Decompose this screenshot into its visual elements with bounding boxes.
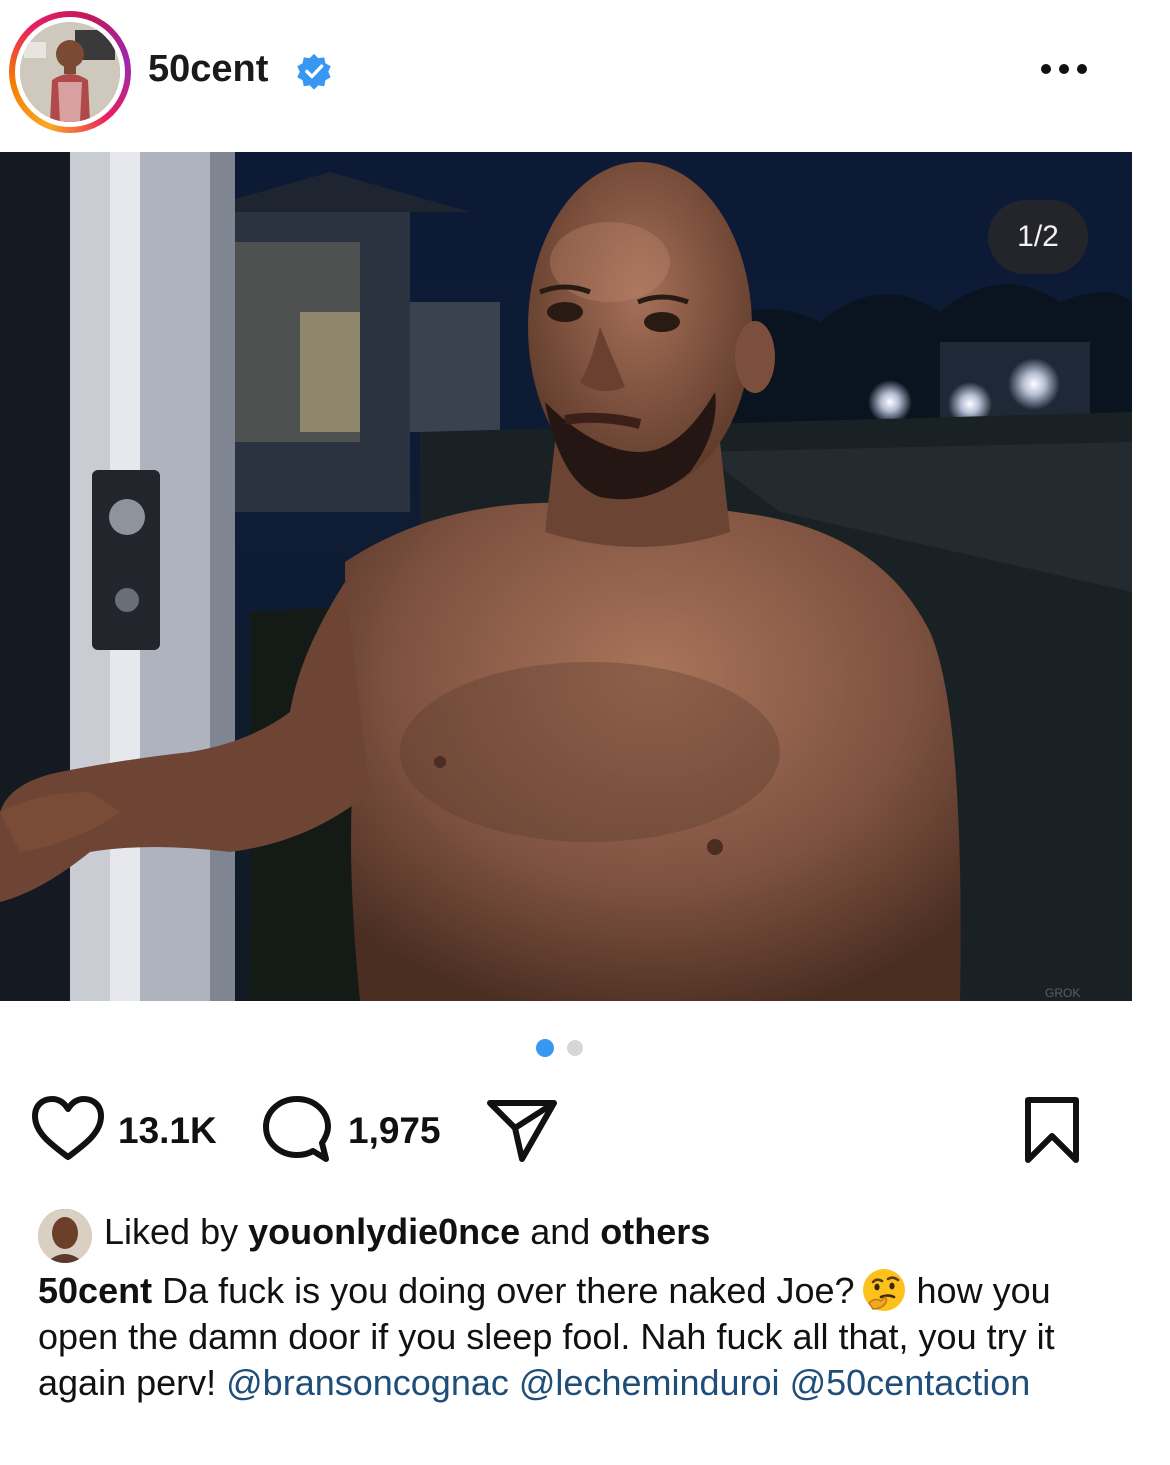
post-caption: 50cent Da fuck is you doing over there n… (38, 1267, 1128, 1406)
thinking-face-emoji-icon (862, 1269, 905, 1311)
more-horizontal-icon[interactable] (1036, 52, 1092, 86)
carousel-dot-active (536, 1039, 554, 1057)
profile-avatar[interactable] (20, 22, 120, 122)
liked-by-user[interactable]: youonlydie0nce (248, 1211, 520, 1252)
liked-by-avatar[interactable] (38, 1209, 92, 1263)
liked-by-and: and (530, 1211, 591, 1252)
caption-text-1: Da fuck is you doing over there naked Jo… (162, 1270, 855, 1311)
post-header: 50cent (0, 0, 1170, 150)
mention-bransoncognac[interactable]: @bransoncognac (226, 1362, 509, 1403)
carousel-dot-inactive (567, 1040, 583, 1056)
send-icon[interactable] (484, 1098, 560, 1164)
post-photo[interactable]: GROK (0, 152, 1132, 1001)
liked-by-text: Liked by youonlydie0nce and others (104, 1211, 710, 1253)
story-ring-avatar[interactable] (9, 11, 131, 133)
comment-count[interactable]: 1,975 (348, 1110, 441, 1152)
caption-username[interactable]: 50cent (38, 1270, 152, 1311)
mention-50centaction[interactable]: @50centaction (790, 1362, 1031, 1403)
heart-icon[interactable] (30, 1095, 106, 1161)
carousel-counter: 1/2 (988, 200, 1088, 274)
liked-by-prefix: Liked by (104, 1211, 239, 1252)
bookmark-icon[interactable] (1020, 1096, 1084, 1164)
verified-badge-icon (297, 53, 331, 90)
like-count[interactable]: 13.1K (118, 1110, 217, 1152)
liked-by-others[interactable]: others (600, 1211, 710, 1252)
svg-text:GROK: GROK (1045, 986, 1080, 1000)
mention-lecheminduroi[interactable]: @lecheminduroi (519, 1362, 780, 1403)
comment-icon[interactable] (262, 1095, 332, 1165)
carousel-dots (0, 1038, 1132, 1058)
post-username[interactable]: 50cent (148, 48, 268, 91)
